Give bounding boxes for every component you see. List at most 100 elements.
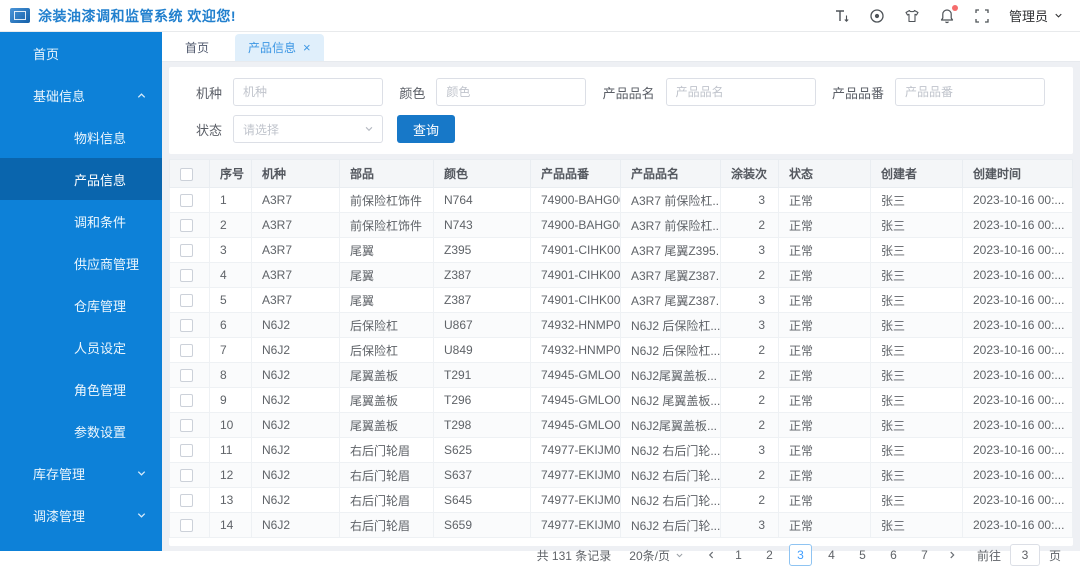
filter-input[interactable] — [665, 78, 816, 106]
page-number[interactable]: 7 — [913, 544, 936, 566]
filter-field-label: 产品品番 — [831, 85, 884, 101]
search-button[interactable]: 查询 — [397, 115, 456, 143]
status-select[interactable]: 请选择 — [233, 115, 384, 143]
notification-bell[interactable] — [939, 4, 958, 24]
sidebar-item[interactable]: 角色管理 — [0, 368, 162, 410]
target-icon[interactable] — [869, 8, 885, 24]
sidebar-item[interactable]: 库存管理 — [0, 452, 162, 494]
row-checkbox[interactable] — [180, 519, 193, 533]
filter-row-1: 机种 颜色 产品品名 产品品番 — [196, 78, 1045, 106]
table-body: 1A3R7前保险杠饰件N76474900-BAHG00...A3R7 前保险杠.… — [169, 187, 1073, 538]
row-checkbox[interactable] — [180, 194, 193, 208]
next-page-button[interactable] — [941, 544, 963, 566]
table-cell: 2 — [720, 337, 779, 363]
sidebar-item[interactable]: 调和条件 — [0, 200, 162, 242]
row-checkbox[interactable] — [180, 369, 193, 383]
column-header: 机种 — [251, 159, 340, 188]
row-checkbox-cell — [169, 437, 210, 463]
tab-item[interactable]: 首页 — [183, 35, 211, 61]
prev-page-button[interactable] — [700, 544, 722, 566]
row-checkbox[interactable] — [180, 344, 193, 358]
row-checkbox[interactable] — [180, 444, 193, 458]
table-row: 10N6J2尾翼盖板T29874945-GMLO0...N6J2尾翼盖板...2… — [169, 412, 1073, 438]
sidebar-item[interactable]: 首页 — [0, 32, 162, 74]
table-cell: T291 — [433, 362, 531, 388]
table-cell: N6J2 — [251, 462, 340, 488]
page-number[interactable]: 5 — [851, 544, 874, 566]
data-table: 序号 机种 部品 颜色 产品品番 产品品名 涂装次 状态 创建者 创建时间 1 A3R7 前保险杠饰件… — [169, 159, 1073, 538]
theme-shirt-icon[interactable] — [904, 8, 920, 24]
sidebar-item[interactable]: 参数设置 — [0, 410, 162, 452]
table-cell: N6J2尾翼盖板... — [620, 412, 721, 438]
font-size-icon[interactable] — [834, 8, 850, 24]
sidebar-item[interactable]: 供应商管理 — [0, 242, 162, 284]
tab-label: 产品信息 — [248, 40, 297, 55]
table-cell: S645 — [433, 487, 531, 513]
goto-page: 前往 页 — [977, 544, 1061, 566]
row-checkbox[interactable] — [180, 244, 193, 258]
table-cell: 3 — [720, 237, 779, 263]
main-layout: 首页 基础信息 物料信息 产品信息 调和条件 供应商管理 仓库管理 人员设定 角色管理 参数设置库… — [0, 32, 1080, 566]
row-checkbox-cell — [169, 237, 210, 263]
page-number[interactable]: 6 — [882, 544, 905, 566]
table-cell: 3 — [720, 287, 779, 313]
table-cell: N6J2 — [251, 337, 340, 363]
table-cell: U849 — [433, 337, 531, 363]
filter-row-2: 状态 请选择 查询 — [196, 115, 1045, 143]
goto-page-suffix: 页 — [1048, 548, 1061, 563]
column-header: 创建者 — [870, 159, 963, 188]
page-number[interactable]: 2 — [758, 544, 781, 566]
sidebar-item-active[interactable]: 产品信息 — [0, 158, 162, 200]
table-cell: 尾翼 — [339, 262, 434, 288]
page-number-active[interactable]: 3 — [788, 544, 812, 566]
row-checkbox[interactable] — [180, 319, 193, 333]
topbar-brand: 涂装油漆调和监管系统 欢迎您! — [10, 6, 236, 26]
goto-page-input[interactable] — [1009, 544, 1040, 566]
row-checkbox[interactable] — [180, 269, 193, 283]
sidebar-item-label: 产品信息 — [74, 172, 127, 188]
table-cell: 74945-GMLO0... — [530, 362, 621, 388]
table-cell: 3 — [720, 187, 779, 213]
table-cell: 74932-HNMP0... — [530, 337, 621, 363]
row-checkbox[interactable] — [180, 469, 193, 483]
table-cell: 74977-EKIJM0... — [530, 487, 621, 513]
table-cell: 2023-10-16 00:... — [962, 337, 1073, 363]
tab-active[interactable]: 产品信息 × — [235, 34, 324, 61]
table-cell: 尾翼盖板 — [339, 412, 434, 438]
chevron-left-icon — [708, 551, 714, 559]
sidebar-item[interactable]: 调漆管理 — [0, 494, 162, 536]
row-checkbox[interactable] — [180, 419, 193, 433]
filter-input[interactable] — [233, 78, 384, 106]
table-cell: 2 — [720, 212, 779, 238]
table-cell: 右后门轮眉 — [339, 487, 434, 513]
row-checkbox[interactable] — [180, 394, 193, 408]
page-number[interactable]: 4 — [820, 544, 843, 566]
select-all-checkbox[interactable] — [180, 167, 193, 181]
sidebar-item-label: 角色管理 — [74, 382, 127, 398]
table-cell: N6J2 右后门轮... — [620, 462, 721, 488]
user-menu[interactable]: 管理员 — [1009, 6, 1064, 25]
pagination-total: 共 131 条记录 — [536, 548, 612, 563]
page-number[interactable]: 1 — [727, 544, 750, 566]
tab-close-icon[interactable]: × — [303, 41, 311, 54]
tab-bar: 首页 产品信息 × — [162, 32, 1080, 62]
table-cell: 4 — [209, 262, 252, 288]
sidebar-item-label: 物料信息 — [74, 130, 127, 146]
row-checkbox[interactable] — [180, 219, 193, 233]
row-checkbox[interactable] — [180, 494, 193, 508]
table-cell: 3 — [720, 512, 779, 538]
filter-input[interactable] — [436, 78, 587, 106]
fullscreen-icon[interactable] — [974, 8, 990, 24]
filter-input[interactable] — [895, 78, 1045, 106]
sidebar-item[interactable]: 基础信息 — [0, 74, 162, 116]
sidebar-item[interactable]: 物料信息 — [0, 116, 162, 158]
table-cell: 2 — [209, 212, 252, 238]
filter-field: 机种 — [196, 78, 384, 106]
page-size-select[interactable]: 20条/页 — [629, 547, 684, 564]
sidebar-item[interactable]: 仓库管理 — [0, 284, 162, 326]
content-area: 机种颜色产品品名产品品番 状态 请选择 查询 — [162, 62, 1080, 566]
row-checkbox[interactable] — [180, 294, 193, 308]
table-cell: 张三 — [870, 387, 963, 413]
topbar: 涂装油漆调和监管系统 欢迎您! 管理员 — [0, 0, 1080, 32]
sidebar-item[interactable]: 人员设定 — [0, 326, 162, 368]
